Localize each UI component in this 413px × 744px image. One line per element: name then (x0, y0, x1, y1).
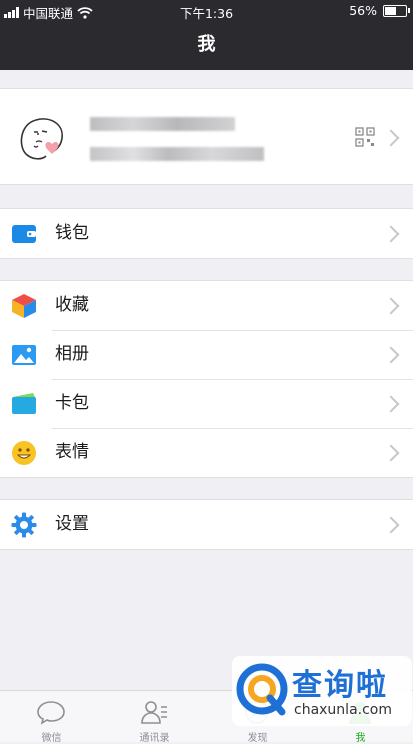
status-right: 56% (349, 3, 410, 18)
menu-item-label: 设置 (55, 514, 89, 534)
watermark-text: 查询啦 (292, 668, 388, 703)
tab-contacts[interactable]: 通讯录 (103, 691, 206, 744)
watermark: 查询啦 chaxunla.com (232, 656, 412, 726)
menu-item-settings[interactable]: 设置 (0, 500, 413, 549)
menu-group-wallet: 钱包 (0, 208, 413, 259)
profile-id-redacted (90, 147, 264, 161)
battery-percent: 56% (349, 3, 377, 18)
battery-icon (383, 4, 410, 17)
menu-item-favorites[interactable]: 收藏 (0, 281, 413, 330)
watermark-logo-icon (236, 663, 288, 716)
chevron-right-icon (382, 516, 400, 534)
menu-item-label: 表情 (55, 442, 89, 462)
page-title: 我 (197, 34, 216, 55)
menu-item-album[interactable]: 相册 (0, 330, 413, 379)
avatar-doodle-icon (20, 118, 63, 160)
menu-item-label: 卡包 (55, 393, 89, 413)
menu-group-settings: 设置 (0, 499, 413, 550)
avatar[interactable] (12, 106, 74, 168)
menu-item-label: 钱包 (55, 223, 89, 243)
album-icon (12, 345, 36, 365)
menu-item-wallet[interactable]: 钱包 (0, 209, 413, 258)
wallet-icon (12, 225, 36, 243)
chevron-right-icon (382, 395, 400, 413)
chevron-right-icon (382, 297, 400, 315)
menu-item-emoji[interactable]: 表情 (0, 428, 413, 477)
menu-item-label: 收藏 (55, 295, 89, 315)
status-bar: 中国联通 下午1:36 56% (0, 0, 413, 22)
profile-name-redacted (90, 117, 235, 131)
nav-bar: 我 (0, 22, 413, 70)
tab-chats[interactable]: 微信 (0, 691, 103, 744)
chevron-right-icon (382, 346, 400, 364)
menu-item-card-pack[interactable]: 卡包 (0, 379, 413, 428)
menu-item-label: 相册 (55, 344, 89, 364)
menu-group-main: 收藏 相册 卡包 表情 (0, 280, 413, 478)
chevron-right-icon (382, 225, 400, 243)
favorites-cube-icon (12, 294, 36, 318)
chevron-right-icon (382, 444, 400, 462)
profile-chevron-icon (382, 129, 400, 147)
watermark-url: chaxunla.com (294, 702, 392, 718)
card-pack-icon (12, 393, 36, 414)
settings-gear-icon (11, 512, 37, 538)
emoji-smile-icon (12, 441, 36, 465)
qr-code-icon[interactable] (355, 127, 375, 147)
profile-card[interactable] (0, 88, 413, 185)
contacts-icon (141, 701, 167, 724)
chat-bubble-icon (37, 701, 65, 725)
